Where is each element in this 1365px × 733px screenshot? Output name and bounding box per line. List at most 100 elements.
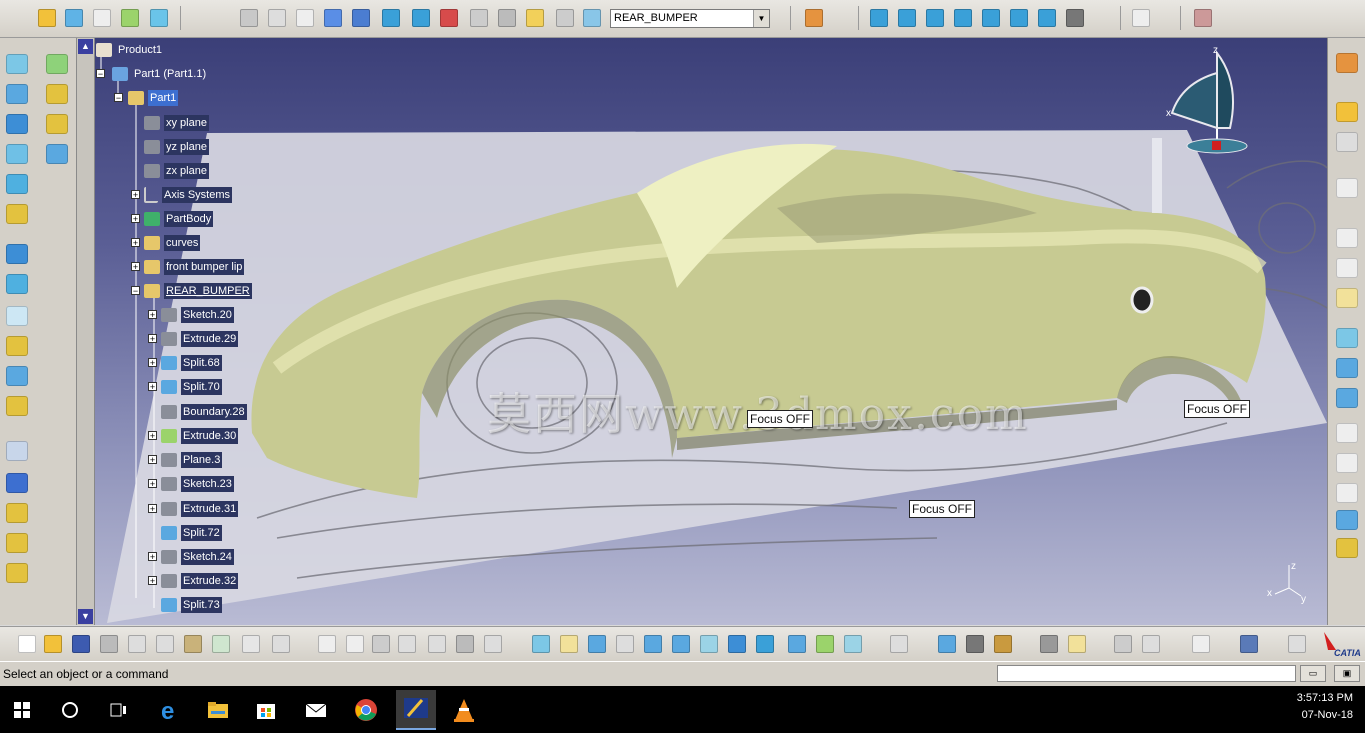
restore-icon[interactable]: ▭ bbox=[1300, 665, 1326, 682]
macro-icon[interactable] bbox=[1288, 635, 1306, 653]
view-right-icon[interactable] bbox=[982, 9, 1000, 27]
edge-browser-icon[interactable]: e bbox=[154, 694, 186, 726]
tree-node-part[interactable]: Part1 bbox=[128, 90, 179, 106]
normal-view-icon[interactable] bbox=[700, 635, 718, 653]
tree-node-rear-bumper[interactable]: REAR_BUMPER bbox=[144, 283, 252, 299]
tree-node-split-72[interactable]: Split.72 bbox=[161, 525, 222, 541]
vlc-icon[interactable] bbox=[448, 694, 480, 726]
visualization-icon[interactable] bbox=[1240, 635, 1258, 653]
axis-system-icon[interactable] bbox=[6, 441, 28, 461]
join-icon[interactable] bbox=[6, 204, 28, 224]
loft-icon[interactable] bbox=[6, 174, 28, 194]
offset-icon[interactable] bbox=[6, 144, 28, 164]
collapse-icon[interactable]: − bbox=[96, 69, 105, 79]
tree-icon[interactable] bbox=[498, 9, 516, 27]
task-view-icon[interactable] bbox=[102, 694, 134, 726]
tree-node-extrude-32[interactable]: Extrude.32 bbox=[161, 573, 239, 589]
tree-node-sketch-24[interactable]: Sketch.24 bbox=[161, 549, 234, 565]
grid-pattern-icon[interactable] bbox=[6, 473, 28, 493]
compass-tool-icon[interactable] bbox=[1114, 635, 1132, 653]
select-tool-icon[interactable] bbox=[93, 9, 111, 27]
spell-check-icon[interactable] bbox=[1192, 635, 1210, 653]
axis-icon[interactable] bbox=[296, 9, 314, 27]
line-icon[interactable] bbox=[1336, 258, 1358, 278]
hide-show-icon[interactable] bbox=[816, 635, 834, 653]
knowledge-icon[interactable] bbox=[372, 635, 390, 653]
measure-between-icon[interactable] bbox=[938, 635, 956, 653]
update-icon[interactable] bbox=[890, 635, 908, 653]
curve-analysis-icon[interactable] bbox=[1132, 9, 1150, 27]
search-icon[interactable] bbox=[54, 694, 86, 726]
tree-node-extrude-29[interactable]: Extrude.29 bbox=[161, 331, 239, 347]
expand-icon[interactable]: + bbox=[131, 238, 140, 248]
point-icon[interactable] bbox=[1336, 228, 1358, 248]
tree-node-product[interactable]: Product1 bbox=[96, 42, 164, 58]
expand-icon[interactable]: + bbox=[131, 190, 140, 200]
snap-icon[interactable] bbox=[1336, 132, 1358, 152]
iso-view-icon[interactable] bbox=[756, 635, 774, 653]
projection-icon[interactable] bbox=[1336, 328, 1358, 348]
tree-node-partbody[interactable]: PartBody bbox=[144, 211, 214, 227]
fit-all-icon[interactable] bbox=[560, 635, 578, 653]
network-icon[interactable] bbox=[428, 635, 446, 653]
expand-icon[interactable]: + bbox=[148, 358, 157, 368]
fillet-icon[interactable] bbox=[6, 306, 28, 326]
expand-icon[interactable]: + bbox=[148, 552, 157, 562]
help-icon[interactable] bbox=[272, 635, 290, 653]
split-icon[interactable] bbox=[6, 274, 28, 294]
list-icon[interactable] bbox=[324, 9, 342, 27]
view-top-icon[interactable] bbox=[1010, 9, 1028, 27]
redo-icon[interactable] bbox=[242, 635, 260, 653]
analysis-tool-icon[interactable] bbox=[1142, 635, 1160, 653]
box-icon[interactable] bbox=[412, 9, 430, 27]
parameters-icon[interactable] bbox=[484, 635, 502, 653]
tree-node-axis-systems[interactable]: Axis Systems bbox=[144, 187, 233, 204]
measure-inertia-icon[interactable] bbox=[994, 635, 1012, 653]
store-icon[interactable] bbox=[250, 694, 282, 726]
corner-icon[interactable] bbox=[1336, 538, 1358, 558]
shading-icon[interactable] bbox=[788, 635, 806, 653]
render-icon[interactable] bbox=[1066, 9, 1084, 27]
select-arrow-icon[interactable] bbox=[1336, 102, 1358, 122]
new-file-icon[interactable] bbox=[18, 635, 36, 653]
tree-node-extrude-30[interactable]: Extrude.30 bbox=[161, 428, 239, 444]
multi-view-icon[interactable] bbox=[728, 635, 746, 653]
tree-node-part-instance[interactable]: Part1 (Part1.1) bbox=[112, 66, 208, 82]
expand-icon[interactable]: + bbox=[148, 455, 157, 465]
tree-node-split-73[interactable]: Split.73 bbox=[161, 597, 222, 613]
extrude-icon[interactable] bbox=[6, 84, 28, 104]
mail-icon[interactable] bbox=[300, 694, 332, 726]
sketcher-icon[interactable] bbox=[1336, 178, 1358, 198]
blend-icon[interactable] bbox=[46, 114, 68, 134]
zoom-out-icon[interactable] bbox=[672, 635, 690, 653]
expand-icon[interactable]: + bbox=[148, 479, 157, 489]
undo-icon[interactable] bbox=[212, 635, 230, 653]
file-explorer-icon[interactable] bbox=[202, 694, 234, 726]
tree-node-curves[interactable]: curves bbox=[144, 235, 201, 251]
copy-icon[interactable] bbox=[156, 635, 174, 653]
expand-icon[interactable]: + bbox=[148, 382, 157, 392]
options-icon[interactable] bbox=[556, 9, 574, 27]
tree-node-split-70[interactable]: Split.70 bbox=[161, 379, 222, 395]
view-iso-icon[interactable] bbox=[870, 9, 888, 27]
fly-icon[interactable] bbox=[532, 635, 550, 653]
swap-space-icon[interactable] bbox=[844, 635, 862, 653]
tools-icon[interactable] bbox=[1194, 9, 1212, 27]
plane-icon[interactable] bbox=[1336, 288, 1358, 308]
view-bottom-icon[interactable] bbox=[1038, 9, 1056, 27]
tree-node-sketch-23[interactable]: Sketch.23 bbox=[161, 476, 234, 492]
collapse-icon[interactable]: − bbox=[131, 286, 140, 296]
law-icon[interactable] bbox=[6, 533, 28, 553]
lock-icon[interactable] bbox=[456, 635, 474, 653]
measure-item-icon[interactable] bbox=[966, 635, 984, 653]
apply-material-icon[interactable] bbox=[1068, 635, 1086, 653]
scroll-down-icon[interactable]: ▼ bbox=[78, 609, 93, 624]
sweep-icon[interactable] bbox=[46, 84, 68, 104]
tree-node-split-68[interactable]: Split.68 bbox=[161, 355, 222, 371]
tree-node-sketch-20[interactable]: Sketch.20 bbox=[161, 307, 234, 323]
repetition-icon[interactable] bbox=[6, 563, 28, 583]
sketch-tool-icon[interactable] bbox=[38, 9, 56, 27]
tree-node-plane-3[interactable]: Plane.3 bbox=[161, 452, 223, 468]
scroll-up-icon[interactable]: ▲ bbox=[78, 39, 93, 54]
wireframe-icon[interactable] bbox=[6, 54, 28, 74]
